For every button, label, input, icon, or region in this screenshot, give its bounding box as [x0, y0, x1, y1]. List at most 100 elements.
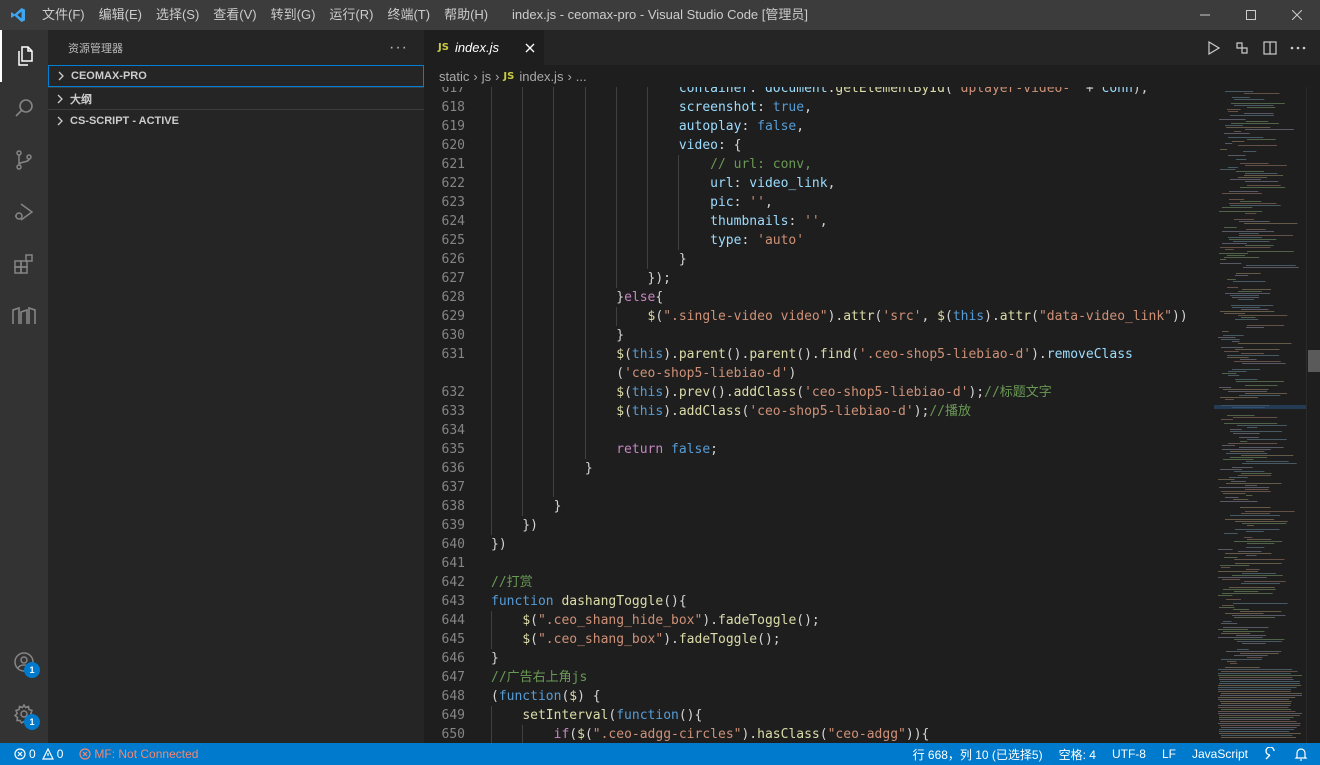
- line-ending[interactable]: LF: [1154, 743, 1184, 765]
- run-code-icon[interactable]: [1204, 38, 1224, 58]
- code-line[interactable]: 629 $(".single-video video").attr('src',…: [424, 307, 1214, 326]
- code-text: $(this).prev().addClass('ceo-shop5-liebi…: [616, 385, 1052, 400]
- close-window-button[interactable]: [1274, 0, 1320, 30]
- code-line[interactable]: 638 }: [424, 497, 1214, 516]
- extensions-icon[interactable]: [0, 238, 48, 290]
- tab-index-js[interactable]: JS index.js: [424, 30, 544, 65]
- menu-terminal[interactable]: 终端(T): [380, 0, 437, 30]
- breadcrumb-file[interactable]: index.js: [519, 69, 563, 84]
- code-line[interactable]: 619 autoplay: false,: [424, 117, 1214, 136]
- code-line[interactable]: 630 }: [424, 326, 1214, 345]
- minimap-line: [1235, 521, 1288, 522]
- code-line[interactable]: 642 //打赏: [424, 573, 1214, 592]
- more-actions-icon[interactable]: ···: [389, 39, 408, 57]
- minimap-line: [1229, 587, 1275, 588]
- code-line[interactable]: 622 url: video_link,: [424, 174, 1214, 193]
- run-debug-icon[interactable]: [0, 186, 48, 238]
- code-line[interactable]: 628 }else{: [424, 288, 1214, 307]
- minimap-line: [1219, 677, 1293, 678]
- code-line[interactable]: 632 $(this).prev().addClass('ceo-shop5-l…: [424, 383, 1214, 402]
- code-editor[interactable]: 617 container: document.getElementById('…: [424, 87, 1214, 743]
- minimap-line: [1225, 519, 1275, 520]
- menu-view[interactable]: 查看(V): [206, 0, 263, 30]
- menu-go[interactable]: 转到(G): [264, 0, 323, 30]
- cursor-position[interactable]: 行 668，列 10 (已选择5): [905, 743, 1051, 765]
- more-actions-icon[interactable]: [1288, 38, 1308, 58]
- code-line[interactable]: 620 video: {: [424, 136, 1214, 155]
- minimap[interactable]: [1214, 87, 1306, 743]
- minimap-line: [1238, 291, 1262, 292]
- minimap-line: [1221, 671, 1298, 672]
- minimap-line: [1245, 393, 1288, 394]
- remote-icon[interactable]: [0, 290, 48, 342]
- menu-edit[interactable]: 编辑(E): [92, 0, 149, 30]
- maximize-button[interactable]: [1228, 0, 1274, 30]
- code-line[interactable]: 631 $(this).parent().parent().find('.ceo…: [424, 345, 1214, 364]
- minimap-line: [1247, 139, 1276, 140]
- breadcrumb-js[interactable]: js: [482, 69, 491, 84]
- code-line[interactable]: 625 type: 'auto': [424, 231, 1214, 250]
- indentation[interactable]: 空格: 4: [1051, 743, 1104, 765]
- code-line[interactable]: 621 // url: conv,: [424, 155, 1214, 174]
- code-line[interactable]: 636 }: [424, 459, 1214, 478]
- menu-selection[interactable]: 选择(S): [149, 0, 206, 30]
- menu-help[interactable]: 帮助(H): [437, 0, 495, 30]
- code-line[interactable]: 649 setInterval(function(){: [424, 706, 1214, 725]
- minimap-line: [1223, 621, 1232, 622]
- source-control-icon[interactable]: [0, 134, 48, 186]
- code-line[interactable]: 641: [424, 554, 1214, 573]
- code-line[interactable]: 647 //广告右上角js: [424, 668, 1214, 687]
- search-icon[interactable]: [0, 82, 48, 134]
- language-mode[interactable]: JavaScript: [1184, 743, 1256, 765]
- vertical-scrollbar[interactable]: [1306, 87, 1320, 743]
- feedback-icon[interactable]: [1256, 743, 1286, 765]
- code-line[interactable]: ('ceo-shop5-liebiao-d'): [424, 364, 1214, 383]
- line-number: 645: [441, 632, 465, 647]
- minimap-line: [1220, 721, 1297, 722]
- code-line[interactable]: 648 (function($) {: [424, 687, 1214, 706]
- code-line[interactable]: 635 return false;: [424, 440, 1214, 459]
- code-line[interactable]: 644 $(".ceo_shang_hide_box").fadeToggle(…: [424, 611, 1214, 630]
- encoding[interactable]: UTF-8: [1104, 743, 1154, 765]
- minimap-line: [1246, 327, 1265, 328]
- code-line[interactable]: 645 $(".ceo_shang_box").fadeToggle();: [424, 630, 1214, 649]
- code-line[interactable]: 643 function dashangToggle(){: [424, 592, 1214, 611]
- menu-run[interactable]: 运行(R): [322, 0, 380, 30]
- code-line[interactable]: 627 });: [424, 269, 1214, 288]
- split-editor-icon[interactable]: [1260, 38, 1280, 58]
- code-line[interactable]: 623 pic: '',: [424, 193, 1214, 212]
- scrollbar-thumb[interactable]: [1308, 350, 1320, 372]
- compare-changes-icon[interactable]: [1232, 38, 1252, 58]
- section-cs-script[interactable]: CS-SCRIPT - ACTIVE: [48, 109, 424, 131]
- code-line[interactable]: 640}): [424, 535, 1214, 554]
- breadcrumb-symbol[interactable]: ...: [576, 69, 587, 84]
- section-outline[interactable]: 大纲: [48, 87, 424, 109]
- code-line[interactable]: 624 thumbnails: '',: [424, 212, 1214, 231]
- minimap-line: [1228, 371, 1247, 372]
- accounts-icon[interactable]: 1: [0, 636, 48, 688]
- menu-file[interactable]: 文件(F): [35, 0, 92, 30]
- minimap-line: [1222, 445, 1236, 446]
- code-line[interactable]: 617 container: document.getElementById('…: [424, 87, 1214, 98]
- code-line[interactable]: 634: [424, 421, 1214, 440]
- problems-indicator[interactable]: 0 0: [0, 743, 71, 765]
- notifications-bell-icon[interactable]: [1286, 743, 1320, 765]
- chevron-right-icon: ›: [473, 68, 478, 84]
- code-line[interactable]: 626 }: [424, 250, 1214, 269]
- settings-gear-icon[interactable]: 1: [0, 688, 48, 740]
- code-line[interactable]: 633 $(this).addClass('ceo-shop5-liebiao-…: [424, 402, 1214, 421]
- code-line[interactable]: 637: [424, 478, 1214, 497]
- minimap-line: [1240, 507, 1271, 508]
- code-line[interactable]: 618 screenshot: true,: [424, 98, 1214, 117]
- close-tab-icon[interactable]: [525, 43, 535, 53]
- code-line[interactable]: 646}: [424, 649, 1214, 668]
- code-line[interactable]: 639 }): [424, 516, 1214, 535]
- mf-connection-status[interactable]: MF: Not Connected: [71, 743, 206, 765]
- section-ceomax-pro[interactable]: CEOMAX-PRO: [48, 65, 424, 87]
- minimap-line: [1225, 293, 1271, 294]
- line-number: 626: [441, 252, 465, 267]
- minimize-button[interactable]: [1182, 0, 1228, 30]
- breadcrumb-static[interactable]: static: [439, 69, 469, 84]
- code-line[interactable]: 650 if($(".ceo-adgg-circles").hasClass("…: [424, 725, 1214, 743]
- explorer-icon[interactable]: [0, 30, 48, 82]
